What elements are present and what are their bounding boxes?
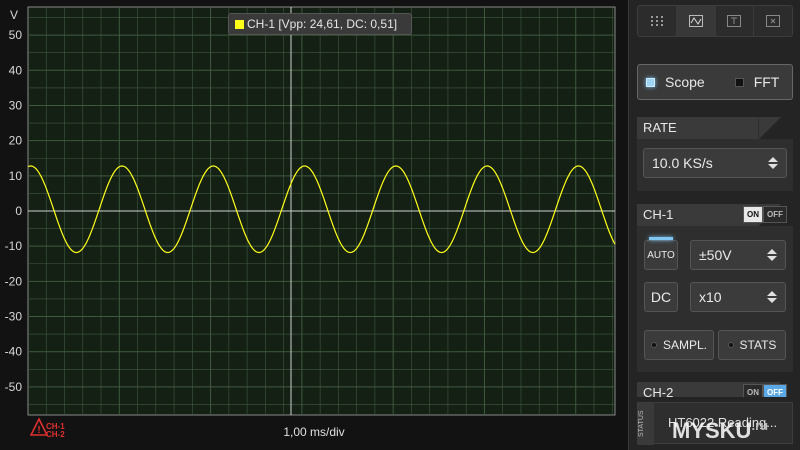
sampl-label: SAMPL. bbox=[662, 338, 707, 352]
probe-select[interactable]: x10 bbox=[690, 282, 786, 312]
y-tick-label: 50 bbox=[9, 28, 23, 42]
scope-mode-label[interactable]: Scope bbox=[665, 74, 705, 90]
measurement-info-box: CH-1 [Vpp: 24,61, DC: 0,51] bbox=[228, 13, 412, 35]
close-box-icon bbox=[766, 15, 781, 27]
ch1-off[interactable]: OFF bbox=[763, 206, 787, 223]
timebase-label: 1,00 ms/div bbox=[283, 425, 345, 439]
waveform-icon bbox=[688, 15, 703, 27]
ch2-section-clip: CH-2 ON OFF bbox=[629, 380, 800, 397]
auto-button[interactable]: AUTO bbox=[644, 240, 678, 270]
watermark-logo: MYSKU.ru bbox=[672, 418, 769, 443]
ch2-off[interactable]: OFF bbox=[763, 384, 787, 397]
ch1-power-toggle[interactable]: ON OFF bbox=[743, 206, 787, 223]
fft-mode-label[interactable]: FFT bbox=[754, 74, 780, 90]
measurement-text: CH-1 [Vpp: 24,61, DC: 0,51] bbox=[247, 17, 398, 31]
sampl-led bbox=[650, 342, 657, 348]
probe-value: x10 bbox=[699, 289, 722, 305]
ch1-on[interactable]: ON bbox=[743, 206, 763, 223]
voltage-range-value: ±50V bbox=[699, 247, 732, 263]
grid-icon bbox=[650, 16, 663, 26]
up-down-arrows-icon bbox=[767, 291, 777, 303]
grid-view-button[interactable] bbox=[638, 6, 677, 36]
y-tick-label: 40 bbox=[9, 63, 23, 77]
ch1-section: AUTO ±50V DC x10 SAMPL. STATS bbox=[637, 226, 793, 372]
y-tick-label: -30 bbox=[5, 310, 23, 324]
coupling-button[interactable]: DC bbox=[644, 282, 678, 312]
status-label: STATUS bbox=[638, 403, 654, 445]
scope-plot: 50 40 30 20 10 0 -10 -20 -30 -40 -50 V bbox=[5, 6, 616, 416]
voltage-range-select[interactable]: ±50V bbox=[690, 240, 786, 270]
stats-label: STATS bbox=[739, 338, 777, 352]
ch2-on[interactable]: ON bbox=[743, 384, 763, 397]
y-tick-label: -50 bbox=[5, 380, 23, 394]
scope-display[interactable]: 50 40 30 20 10 0 -10 -20 -30 -40 -50 V CH-1 [Vpp: … bbox=[0, 0, 628, 450]
y-axis-labels: 50 40 30 20 10 0 -10 -20 -30 -40 -50 bbox=[5, 28, 23, 394]
ch1-color-swatch bbox=[235, 19, 244, 29]
auto-label: AUTO bbox=[647, 249, 675, 261]
rate-select[interactable]: 10.0 KS/s bbox=[643, 148, 787, 178]
rate-section: 10.0 KS/s bbox=[637, 139, 793, 191]
y-tick-label: 10 bbox=[9, 169, 23, 183]
ch2-power-toggle[interactable]: ON OFF bbox=[743, 384, 787, 397]
cursor-icon bbox=[727, 15, 742, 27]
waveform-view-button[interactable] bbox=[676, 6, 716, 36]
coupling-label: DC bbox=[650, 289, 672, 305]
y-tick-label: 30 bbox=[9, 98, 23, 112]
up-down-arrows-icon bbox=[767, 249, 777, 261]
sampl-button[interactable]: SAMPL. bbox=[644, 330, 714, 360]
y-unit-label: V bbox=[10, 8, 18, 22]
mode-selector: Scope FFT bbox=[637, 64, 793, 100]
stats-button[interactable]: STATS bbox=[718, 330, 786, 360]
fft-mode-radio[interactable] bbox=[734, 77, 744, 87]
y-tick-label: -10 bbox=[5, 239, 23, 253]
rate-section-title: RATE bbox=[637, 117, 793, 139]
auto-indicator bbox=[649, 237, 673, 240]
up-down-arrows-icon bbox=[768, 157, 778, 169]
view-toolbar bbox=[637, 5, 793, 37]
y-tick-label: -20 bbox=[5, 274, 23, 288]
close-view-button[interactable] bbox=[754, 6, 792, 36]
y-tick-label: 0 bbox=[15, 204, 22, 218]
y-tick-label: -40 bbox=[5, 345, 23, 359]
cursor-view-button[interactable] bbox=[716, 6, 755, 36]
stats-led bbox=[727, 342, 734, 348]
rate-value: 10.0 KS/s bbox=[652, 155, 713, 171]
scope-mode-radio[interactable] bbox=[646, 77, 655, 87]
control-panel: Scope FFT RATE 10.0 KS/s CH-1 ON OFF AUT… bbox=[628, 0, 800, 450]
y-tick-label: 20 bbox=[9, 134, 23, 148]
